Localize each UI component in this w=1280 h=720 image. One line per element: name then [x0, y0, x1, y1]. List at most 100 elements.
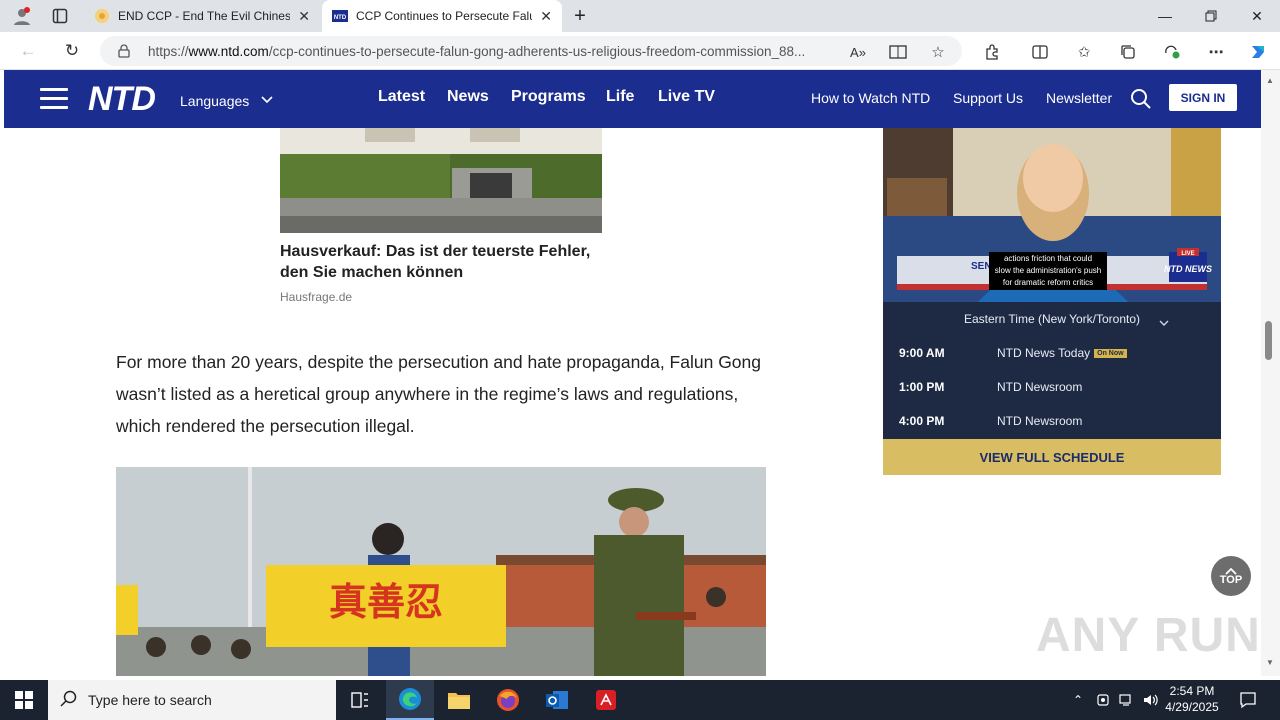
browser-tab-strip: END CCP - End The Evil Chinese ✕ NTD CCP… — [0, 0, 1280, 32]
url-host: www.ntd.com — [188, 43, 269, 59]
more-options-icon[interactable]: ⋯ — [1204, 41, 1228, 63]
hamburger-menu-icon[interactable] — [40, 88, 68, 110]
video-caption-line: actions friction that could — [1004, 254, 1092, 263]
nav-latest[interactable]: Latest — [378, 88, 425, 106]
ntd-logo[interactable]: NTD — [88, 80, 156, 119]
taskbar-search-input[interactable]: Type here to search — [48, 680, 336, 720]
windows-start-icon[interactable] — [0, 680, 48, 720]
schedule-panel: Eastern Time (New York/Toronto) 9:00 AM … — [883, 302, 1221, 439]
on-now-badge: On Now — [1094, 349, 1127, 358]
schedule-time: 1:00 PM — [899, 380, 945, 394]
live-video-player[interactable]: LIVE NTD NEWS SEN actions friction that … — [883, 128, 1221, 302]
tab-title: CCP Continues to Persecute Falu — [356, 9, 533, 23]
languages-dropdown[interactable]: Languages — [180, 91, 273, 109]
ad-title[interactable]: Hausverkauf: Das ist der teuerste Fehler… — [280, 241, 610, 283]
favorites-icon[interactable]: ✩ — [1072, 41, 1096, 63]
scroll-to-top-label: TOP — [1219, 573, 1243, 586]
scrollbar-thumb[interactable] — [1265, 321, 1272, 360]
endccp-favicon-icon — [94, 8, 110, 24]
extensions-icon[interactable] — [980, 41, 1004, 63]
nav-news[interactable]: News — [447, 88, 489, 106]
scroll-to-top-button[interactable]: TOP — [1211, 556, 1251, 596]
scroll-up-arrow-icon[interactable]: ▲ — [1266, 76, 1274, 85]
close-tab-icon[interactable]: ✕ — [298, 8, 310, 25]
nav-programs[interactable]: Programs — [511, 88, 586, 106]
schedule-time: 9:00 AM — [899, 346, 945, 360]
article-paragraph: For more than 20 years, despite the pers… — [116, 352, 762, 436]
chevron-down-icon — [1159, 316, 1169, 330]
tab-ntd[interactable]: NTD CCP Continues to Persecute Falu ✕ — [322, 0, 562, 32]
acrobat-icon[interactable] — [582, 680, 630, 720]
tab-title: END CCP - End The Evil Chinese — [118, 9, 291, 23]
nav-live-tv[interactable]: Live TV — [658, 88, 715, 106]
read-aloud-icon[interactable]: A» — [846, 41, 870, 63]
tab-actions-icon[interactable] — [40, 0, 80, 32]
schedule-show: NTD Newsroom — [997, 380, 1083, 394]
ad-source[interactable]: Hausfrage.de — [280, 290, 352, 304]
sign-in-button[interactable]: SIGN IN — [1169, 84, 1237, 111]
schedule-row[interactable]: 9:00 AM NTD News Today On Now — [883, 336, 1221, 370]
collections-icon[interactable] — [1116, 41, 1140, 63]
timezone-label: Eastern Time (New York/Toronto) — [963, 312, 1141, 326]
edge-taskbar-icon[interactable] — [386, 680, 434, 720]
page-viewport: NTD Languages Latest News Programs Life … — [4, 70, 1261, 676]
firefox-icon[interactable] — [484, 680, 532, 720]
clock-time: 2:54 PM — [1169, 684, 1215, 698]
article-photo[interactable]: 真善忍 — [116, 467, 766, 676]
page-scrollbar[interactable]: ▲ ▼ — [1261, 70, 1280, 676]
schedule-show: NTD News Today — [997, 346, 1091, 360]
back-icon[interactable]: ← — [14, 38, 42, 64]
schedule-row[interactable]: 1:00 PM NTD Newsroom — [883, 370, 1221, 404]
new-tab-icon[interactable]: + — [566, 0, 594, 32]
search-icon — [60, 690, 78, 713]
browser-essentials-icon[interactable] — [1160, 41, 1184, 63]
url-field[interactable]: https://www.ntd.com/ccp-continues-to-per… — [100, 36, 962, 66]
site-header: NTD Languages Latest News Programs Life … — [4, 70, 1261, 128]
search-icon[interactable] — [1130, 88, 1152, 115]
ad-image[interactable] — [280, 128, 602, 233]
schedule-time: 4:00 PM — [899, 414, 945, 428]
video-logo-text: NTD NEWS — [1164, 264, 1212, 274]
network-icon[interactable] — [1116, 680, 1138, 720]
timezone-select[interactable]: Eastern Time (New York/Toronto) — [883, 312, 1221, 326]
nav-newsletter[interactable]: Newsletter — [1046, 90, 1112, 106]
minimize-icon[interactable]: — — [1142, 0, 1188, 32]
volume-icon[interactable] — [1140, 680, 1162, 720]
immersive-reader-icon[interactable] — [886, 41, 910, 63]
favorite-star-icon[interactable]: ☆ — [926, 41, 950, 63]
nav-support-us[interactable]: Support Us — [953, 90, 1023, 106]
view-full-schedule-button[interactable]: VIEW FULL SCHEDULE — [883, 439, 1221, 475]
languages-label: Languages — [180, 93, 250, 109]
notifications-icon[interactable] — [1228, 680, 1268, 720]
task-view-icon[interactable] — [336, 680, 384, 720]
split-screen-icon[interactable] — [1028, 41, 1052, 63]
svg-text:NTD: NTD — [334, 15, 347, 21]
video-banner-left: SEN — [971, 261, 992, 272]
refresh-icon[interactable]: ↻ — [58, 38, 86, 64]
address-bar-area: ← ↻ https://www.ntd.com/ccp-continues-to… — [0, 32, 1280, 70]
schedule-row[interactable]: 4:00 PM NTD Newsroom — [883, 404, 1221, 438]
file-explorer-icon[interactable] — [435, 680, 483, 720]
live-badge: LIVE — [1181, 251, 1194, 257]
video-caption-line: for dramatic reform critics — [1003, 278, 1093, 287]
copilot-icon[interactable] — [1246, 41, 1270, 63]
outlook-icon[interactable] — [533, 680, 581, 720]
tab-endccp[interactable]: END CCP - End The Evil Chinese ✕ — [84, 0, 320, 32]
restore-icon[interactable] — [1188, 0, 1234, 32]
chevron-down-icon — [261, 91, 273, 107]
anyrun-watermark: ANY RUN — [1036, 609, 1261, 662]
url-prefix: https:// — [148, 43, 189, 59]
taskbar-clock[interactable]: 2:54 PM 4/29/2025 — [1160, 683, 1224, 715]
nav-life[interactable]: Life — [606, 88, 634, 106]
lock-icon[interactable] — [118, 44, 130, 61]
ntd-favicon-icon: NTD — [332, 8, 348, 24]
close-tab-icon[interactable]: ✕ — [540, 8, 552, 25]
device-icon[interactable] — [1092, 680, 1114, 720]
windows-taskbar: Type here to search ⌃ 2:54 PM 4/29/2025 — [0, 680, 1280, 720]
profile-icon[interactable] — [4, 0, 40, 32]
schedule-show: NTD Newsroom — [997, 414, 1083, 428]
show-hidden-icons-chevron-up-icon[interactable]: ⌃ — [1066, 680, 1090, 720]
scroll-down-arrow-icon[interactable]: ▼ — [1266, 658, 1274, 667]
close-window-icon[interactable]: ✕ — [1234, 0, 1280, 32]
nav-how-to-watch[interactable]: How to Watch NTD — [811, 90, 930, 106]
